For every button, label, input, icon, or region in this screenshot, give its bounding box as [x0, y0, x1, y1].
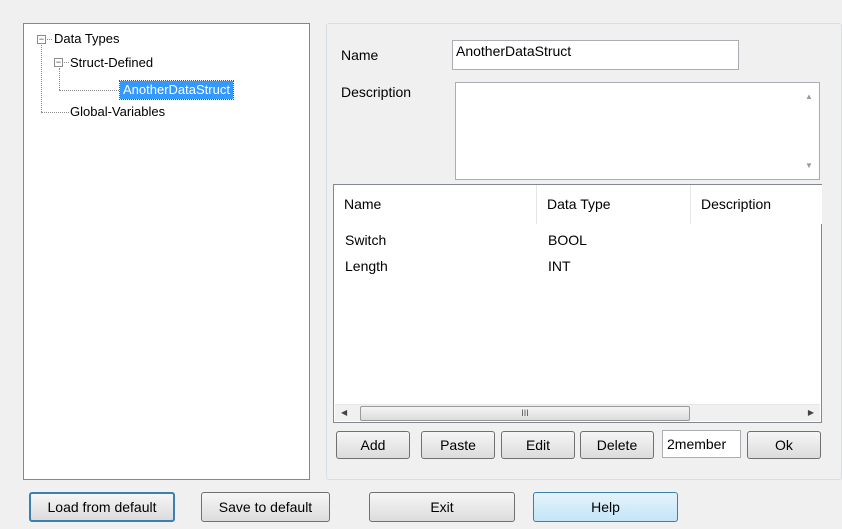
- exit-button[interactable]: Exit: [369, 492, 515, 522]
- tree-connector: [59, 90, 119, 91]
- tree-view[interactable]: − Data Types − Struct-Defined AnotherDat…: [23, 23, 310, 480]
- description-field[interactable]: ▲ ▼: [455, 82, 820, 180]
- tree-node-label: AnotherDataStruct: [123, 82, 230, 97]
- member-list-hscrollbar[interactable]: ◀ III ▶: [335, 404, 820, 421]
- tree-connector: [59, 68, 60, 90]
- name-label: Name: [341, 47, 379, 63]
- member-type-cell: INT: [548, 258, 571, 274]
- tree-connector: [41, 112, 69, 113]
- name-field-value: AnotherDataStruct: [456, 43, 572, 59]
- tree-connector: [41, 45, 42, 112]
- ok-button[interactable]: Ok: [747, 431, 821, 459]
- edit-member-button[interactable]: Edit: [501, 431, 575, 459]
- load-from-default-button[interactable]: Load from default: [29, 492, 175, 522]
- delete-member-button[interactable]: Delete: [580, 431, 654, 459]
- scroll-thumb[interactable]: III: [360, 406, 690, 421]
- member-type-cell: BOOL: [548, 232, 587, 248]
- tree-connector: [64, 62, 69, 63]
- member-name-cell: Switch: [345, 232, 387, 248]
- collapse-icon[interactable]: −: [54, 58, 63, 67]
- column-header-description[interactable]: Description: [691, 185, 822, 224]
- column-header-name[interactable]: Name: [334, 185, 537, 224]
- description-label: Description: [341, 84, 412, 100]
- add-member-button[interactable]: Add: [336, 431, 410, 459]
- scroll-down-icon[interactable]: ▼: [805, 161, 813, 170]
- column-header-data-type[interactable]: Data Type: [537, 185, 691, 224]
- member-list[interactable]: Name Data Type Description Switch BOOL L…: [333, 184, 822, 423]
- tree-node-global-variables[interactable]: Global-Variables: [70, 103, 165, 121]
- column-header-label: Data Type: [547, 196, 611, 212]
- member-count-display: 2member: [662, 430, 741, 458]
- description-scrollbar[interactable]: ▲ ▼: [801, 84, 818, 178]
- tree-node-label: Data Types: [54, 31, 120, 46]
- column-header-label: Description: [701, 196, 772, 212]
- member-name-cell: Length: [345, 258, 388, 274]
- save-to-default-button[interactable]: Save to default: [201, 492, 330, 522]
- scroll-left-icon[interactable]: ◀: [341, 408, 347, 417]
- paste-member-button[interactable]: Paste: [421, 431, 495, 459]
- scroll-up-icon[interactable]: ▲: [805, 92, 813, 101]
- tree-node-anotherdatastruct[interactable]: AnotherDataStruct: [119, 80, 234, 100]
- help-button[interactable]: Help: [533, 492, 678, 522]
- column-header-label: Name: [344, 196, 382, 212]
- member-count-text: 2member: [667, 436, 727, 452]
- tree-node-label: Global-Variables: [70, 104, 166, 119]
- name-field[interactable]: AnotherDataStruct: [452, 40, 739, 70]
- tree-node-data-types[interactable]: Data Types: [54, 30, 120, 48]
- collapse-icon[interactable]: −: [37, 35, 46, 44]
- scroll-thumb-grip: III: [521, 408, 529, 418]
- tree-node-struct-defined[interactable]: Struct-Defined: [70, 54, 153, 72]
- tree-node-label: Struct-Defined: [70, 55, 154, 70]
- scroll-right-icon[interactable]: ▶: [808, 408, 814, 417]
- tree-connector: [47, 39, 52, 40]
